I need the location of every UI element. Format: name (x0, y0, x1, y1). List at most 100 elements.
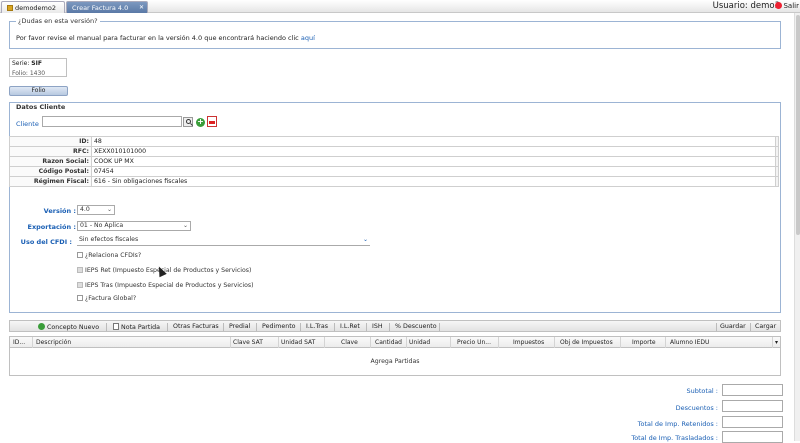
descuento-button[interactable]: % Descuento (395, 323, 437, 330)
retenidos-label: Total de Imp. Retenidos : (637, 420, 718, 428)
column-header[interactable]: Descripción (36, 339, 71, 346)
note-icon (113, 323, 119, 330)
row-label: ID: (9, 136, 92, 147)
trasladados-field[interactable] (722, 431, 783, 443)
column-header[interactable]: ID... (13, 339, 25, 346)
serie-box: Serie: SIF Folio: 1430 (9, 58, 67, 77)
pdf-icon[interactable] (207, 116, 217, 127)
add-icon (38, 323, 45, 330)
datos-cliente-legend: Datos Cliente (16, 103, 66, 111)
row-value: COOK UP MX (91, 156, 776, 167)
logout-button[interactable]: Salir (775, 2, 799, 10)
notice-message: Por favor revise el manual para facturar… (16, 34, 315, 42)
ieps-tras-checkbox[interactable]: IEPS Tras (Impuesto Especial de Producto… (77, 282, 254, 289)
user-label: Usuario: demo3 (712, 1, 780, 11)
manual-link[interactable]: aquí (301, 34, 315, 42)
column-header[interactable]: Importe (632, 339, 656, 346)
column-header[interactable]: Unidad SAT (281, 339, 315, 346)
guardar-button[interactable]: Guardar (720, 323, 746, 330)
table-row: RFC: XEXX010101000 (9, 146, 779, 157)
items-grid-header: ID... Descripción Clave SAT Unidad SAT C… (9, 336, 781, 348)
version-label: Versión : (43, 207, 76, 215)
chevron-down-icon: ⌄ (106, 206, 112, 213)
checkbox-label: ¿Factura Global? (85, 295, 137, 302)
il-ret-button[interactable]: I.L.Ret (340, 323, 360, 330)
help-notice: ¿Dudas en esta versión? Por favor revise… (9, 17, 781, 49)
notice-legend: ¿Dudas en esta versión? (16, 17, 100, 25)
version-select[interactable]: 4.0 ⌄ (77, 205, 115, 215)
items-grid-body: Agrega Partidas (9, 348, 781, 376)
folio-button[interactable]: Folio (9, 86, 68, 96)
subtotal-label: Subtotal : (686, 387, 719, 395)
subtotal-field[interactable] (722, 384, 783, 396)
cliente-label: Cliente (16, 120, 39, 128)
checkbox[interactable] (77, 282, 83, 288)
column-header[interactable]: Clave SAT (233, 339, 263, 346)
table-row: Razon Social: COOK UP MX (9, 156, 779, 167)
folio-label: Folio: (12, 70, 28, 77)
column-header[interactable]: Impuestos (513, 339, 544, 346)
close-icon[interactable]: ✕ (139, 4, 144, 11)
button-label: Nota Partida (121, 324, 160, 331)
items-toolbar: Concepto Nuevo Nota Partida Otras Factur… (9, 320, 781, 332)
descuentos-label: Descuentos : (675, 404, 718, 412)
exportacion-label: Exportación : (27, 223, 77, 231)
otras-facturas-button[interactable]: Otras Facturas (173, 323, 219, 330)
search-icon[interactable] (183, 117, 193, 127)
factura-global-checkbox[interactable]: ¿Factura Global? (77, 295, 136, 302)
checkbox-label: IEPS Ret (Impuesto Especial de Productos… (85, 267, 252, 274)
column-header[interactable]: Precio Un... (457, 339, 491, 346)
serie-row: Serie: SIF (12, 60, 42, 67)
table-row: ID: 48 (9, 136, 779, 147)
pedimento-button[interactable]: Pedimento (262, 323, 296, 330)
retenidos-field[interactable] (722, 416, 783, 428)
checkbox[interactable] (77, 295, 83, 301)
version-value: 4.0 (80, 206, 90, 213)
column-header[interactable]: Clave (341, 339, 358, 346)
uso-cfdi-select[interactable]: Sin efectos fiscales ⌄ (77, 236, 370, 246)
il-tras-button[interactable]: I.L.Tras (306, 323, 328, 330)
logout-icon (775, 2, 783, 9)
column-header[interactable]: Alumno IEDU (670, 339, 709, 346)
serie-label: Serie: (12, 60, 30, 67)
cliente-input[interactable] (42, 116, 182, 127)
relaciona-cfdis-checkbox[interactable]: ¿Relaciona CFDIs? (77, 252, 141, 259)
chevron-down-icon: ⌄ (182, 222, 188, 229)
predial-button[interactable]: Predial (229, 323, 250, 330)
cargar-button[interactable]: Cargar (755, 323, 776, 330)
add-client-icon[interactable]: + (196, 118, 205, 127)
checkbox[interactable] (77, 252, 83, 258)
nota-partida-button[interactable]: Nota Partida (113, 323, 160, 331)
row-label: RFC: (9, 146, 92, 157)
columns-menu-icon[interactable]: ▾ (775, 339, 778, 346)
checkbox[interactable] (77, 267, 83, 273)
column-header[interactable]: Unidad (409, 339, 430, 346)
row-label: Código Postal: (9, 166, 92, 177)
exportacion-select[interactable]: 01 - No Aplica ⌄ (77, 221, 191, 231)
column-header[interactable]: Obj de Impuestos (560, 339, 613, 346)
column-header[interactable]: Cantidad (375, 339, 402, 346)
ish-button[interactable]: ISH (372, 323, 383, 330)
tab-label: demodemo2 (15, 4, 57, 12)
logout-label: Salir (783, 2, 799, 10)
exportacion-value: 01 - No Aplica (80, 222, 124, 229)
uso-cfdi-value: Sin efectos fiscales (79, 236, 139, 243)
top-bar: demodemo2 Crear Factura 4.0 ✕ Usuario: d… (0, 0, 800, 13)
row-label: Régimen Fiscal: (9, 176, 92, 187)
vertical-scrollbar[interactable] (794, 13, 800, 441)
row-value: XEXX010101000 (91, 146, 776, 157)
serie-value: SIF (31, 60, 42, 67)
empty-grid-message: Agrega Partidas (370, 358, 420, 365)
concepto-nuevo-button[interactable]: Concepto Nuevo (38, 323, 99, 331)
button-label: Concepto Nuevo (47, 324, 100, 331)
folio-row: Folio: 1430 (12, 70, 45, 77)
tab-crear-factura[interactable]: Crear Factura 4.0 ✕ (66, 1, 148, 13)
client-info-table: ID: 48 RFC: XEXX010101000 Razon Social: … (9, 136, 779, 187)
tab-demodemo2[interactable]: demodemo2 (1, 1, 65, 13)
descuentos-field[interactable] (722, 400, 783, 412)
scrollbar-thumb[interactable] (796, 15, 800, 235)
row-value: 07454 (91, 166, 776, 177)
table-row: Código Postal: 07454 (9, 166, 779, 177)
row-value: 48 (91, 136, 776, 147)
checkbox-label: ¿Relaciona CFDIs? (85, 252, 142, 259)
